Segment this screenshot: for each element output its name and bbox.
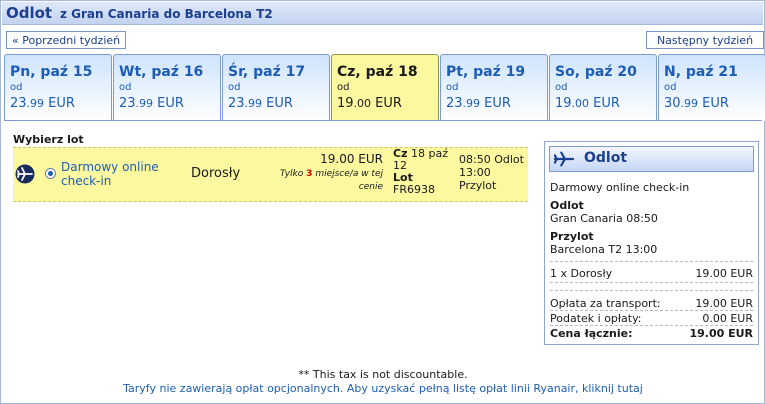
- summary-tax-row: Podatek i opłaty: 0.00 EUR: [550, 312, 753, 325]
- tab-from-label: od: [10, 82, 23, 93]
- plane-icon: [554, 151, 574, 167]
- flight-date: Cz 18 paź 12 Lot FR6938: [393, 147, 448, 196]
- passenger-type: Dorosły: [191, 166, 241, 181]
- summary-arrival-label: Przylot: [550, 230, 594, 243]
- tab-from-label: od: [555, 82, 568, 93]
- fees-info-link[interactable]: Taryfy nie zawierają opłat opcjonalnych.…: [4, 382, 762, 395]
- divider: [550, 325, 753, 326]
- tab-day-label: Wt, paź 16: [119, 64, 204, 80]
- tab-content: Wybierz lot Darmowy online check-in Doro…: [4, 120, 762, 403]
- seats-left-note: Tylko 3 miejsce/a w tej cenie: [280, 169, 383, 192]
- page-title: Odlot: [6, 4, 53, 22]
- divider: [550, 290, 753, 291]
- tab-day-4-selected[interactable]: Cz, paź 18 od 19.00 EUR: [331, 54, 439, 121]
- tab-price: 19.00 EUR: [337, 96, 402, 111]
- tab-day-label: Pt, paź 19: [446, 64, 526, 80]
- summary-departure-label: Odlot: [550, 199, 584, 212]
- summary-passenger-row: 1 x Dorosły 19.00 EUR: [550, 267, 753, 280]
- tab-price: 23.99 EUR: [10, 96, 75, 111]
- summary-total-row: Cena łącznie: 19.00 EUR: [550, 327, 753, 340]
- tax-note: ** This tax is not discountable.: [298, 368, 468, 381]
- summary-title: Odlot: [584, 150, 628, 166]
- summary-departure-value: Gran Canaria 08:50: [550, 212, 658, 225]
- tab-day-label: N, paź 21: [664, 64, 738, 80]
- select-flight-heading: Wybierz lot: [13, 133, 84, 146]
- tab-day-label: Cz, paź 18: [337, 64, 418, 80]
- tab-day-label: Śr, paź 17: [228, 64, 306, 80]
- tab-from-label: od: [446, 82, 459, 93]
- tab-day-3[interactable]: Śr, paź 17 od 23.99 EUR: [222, 54, 330, 121]
- tab-day-5[interactable]: Pt, paź 19 od 23.99 EUR: [440, 54, 548, 121]
- flight-row[interactable]: Darmowy online check-in Dorosły 19.00 EU…: [13, 147, 528, 202]
- tab-day-label: Pn, paź 15: [10, 64, 93, 80]
- tab-from-label: od: [337, 82, 350, 93]
- tab-price: 23.99 EUR: [228, 96, 293, 111]
- divider: [550, 282, 753, 283]
- tab-from-label: od: [228, 82, 241, 93]
- tab-day-2[interactable]: Wt, paź 16 od 23.99 EUR: [113, 54, 221, 121]
- panel-header: Odlot z Gran Canaria do Barcelona T2: [2, 2, 763, 25]
- summary-arrival-value: Barcelona T2 13:00: [550, 243, 658, 256]
- tab-day-label: So, paź 20: [555, 64, 637, 80]
- flight-times: 08:50 Odlot 13:00 Przylot: [459, 153, 524, 192]
- summary-transport-row: Opłata za transport: 19.00 EUR: [550, 297, 753, 310]
- tab-from-label: od: [119, 82, 132, 93]
- next-week-button[interactable]: Następny tydzień »: [646, 31, 764, 65]
- tab-price: 19.00 EUR: [555, 96, 620, 111]
- flight-selection-panel: Odlot z Gran Canaria do Barcelona T2 « P…: [0, 0, 765, 404]
- divider: [550, 310, 753, 311]
- route-title: z Gran Canaria do Barcelona T2: [60, 7, 273, 21]
- fare-radio-selected[interactable]: [45, 168, 56, 179]
- tab-day-7[interactable]: N, paź 21 od 30.99 EUR: [658, 54, 765, 121]
- flight-price: 19.00 EUR: [320, 152, 383, 166]
- tab-day-1[interactable]: Pn, paź 15 od 23.99 EUR: [4, 54, 112, 121]
- summary-header: Odlot: [549, 146, 754, 172]
- tab-day-6[interactable]: So, paź 20 od 19.00 EUR: [549, 54, 657, 121]
- price-summary: Odlot Darmowy online check-in Odlot Gran…: [544, 141, 759, 345]
- summary-fare-type: Darmowy online check-in: [550, 181, 690, 194]
- tab-price: 30.99 EUR: [664, 96, 729, 111]
- tab-price: 23.99 EUR: [119, 96, 184, 111]
- divider: [550, 261, 753, 262]
- plane-icon: [15, 164, 35, 184]
- tab-price: 23.99 EUR: [446, 96, 511, 111]
- previous-week-button[interactable]: « Poprzedni tydzień: [6, 31, 127, 49]
- tab-from-label: od: [664, 82, 677, 93]
- fare-type: Darmowy online check-in: [61, 160, 159, 188]
